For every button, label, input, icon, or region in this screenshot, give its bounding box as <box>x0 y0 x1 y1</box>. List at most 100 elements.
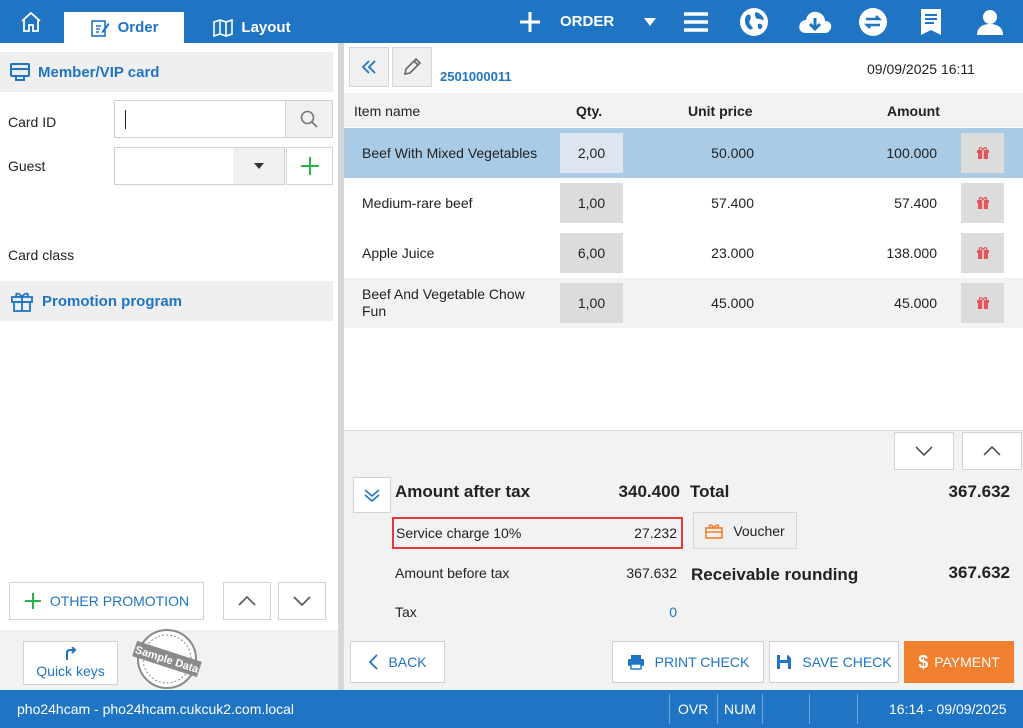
status-ovr: OVR <box>678 701 709 717</box>
tab-layout[interactable]: Layout <box>200 12 304 43</box>
user-icon <box>977 9 1003 35</box>
other-promotion-button[interactable]: OTHER PROMOTION <box>9 582 204 620</box>
item-qty[interactable]: 6,00 <box>560 233 623 273</box>
gift-icon <box>976 197 989 209</box>
list-scroll-up[interactable] <box>962 432 1022 470</box>
col-item-name: Item name <box>354 103 421 119</box>
pencil-icon <box>403 57 422 76</box>
item-gift-button[interactable] <box>961 283 1004 323</box>
print-check-label: PRINT CHECK <box>654 654 750 670</box>
table-row[interactable]: Medium-rare beef 1,00 57.400 57.400 <box>344 178 1023 228</box>
voucher-icon <box>705 523 724 539</box>
tab-order-label: Order <box>117 19 159 36</box>
item-gift-button[interactable] <box>961 133 1004 173</box>
search-icon <box>300 110 318 128</box>
save-check-button[interactable]: SAVE CHECK <box>769 641 899 683</box>
order-number: 2501000011 <box>440 69 512 84</box>
col-qty: Qty. <box>576 103 603 119</box>
member-card-header: Member/VIP card <box>0 52 333 92</box>
guest-dropdown-button[interactable] <box>233 148 284 184</box>
add-guest-button[interactable] <box>286 147 333 185</box>
promotion-scroll-down[interactable] <box>278 582 326 620</box>
chevron-left-icon <box>369 654 379 670</box>
status-host: pho24hcam - pho24hcam.cukcuk2.com.local <box>17 701 295 717</box>
plus-icon <box>24 593 41 609</box>
receipt-icon <box>921 8 941 35</box>
service-charge-label: Service charge 10% <box>396 525 522 541</box>
quick-keys-label: Quick keys <box>36 663 105 679</box>
item-unit-price: 50.000 <box>711 145 754 161</box>
item-qty[interactable]: 1,00 <box>560 183 623 223</box>
plus-icon <box>300 157 319 175</box>
chevron-up-icon <box>983 446 1001 456</box>
user-button[interactable] <box>968 0 1012 43</box>
voucher-label: Voucher <box>733 522 785 539</box>
sync-button[interactable] <box>851 0 895 43</box>
collapse-summary-button[interactable] <box>353 477 391 513</box>
print-check-button[interactable]: PRINT CHECK <box>612 641 764 683</box>
back-label: BACK <box>388 654 427 670</box>
chevron-up-icon <box>238 596 256 606</box>
tab-order[interactable]: Order <box>64 12 184 43</box>
item-name: Medium-rare beef <box>362 194 473 211</box>
sync-icon <box>859 7 887 36</box>
gift-icon <box>11 292 33 312</box>
list-scroll-down[interactable] <box>894 432 954 470</box>
table-row[interactable]: Beef And Vegetable Chow Fun 1,00 45.000 … <box>344 278 1023 328</box>
promotion-scroll-up[interactable] <box>223 582 271 620</box>
chevron-down-icon <box>915 446 933 456</box>
cloud-download-icon <box>799 11 832 33</box>
chevron-down-icon <box>293 596 311 606</box>
card-search-button[interactable] <box>285 101 332 137</box>
download-button[interactable] <box>793 0 837 43</box>
gift-icon <box>976 297 989 309</box>
back-button[interactable]: BACK <box>350 641 445 683</box>
guest-label: Guest <box>8 158 46 174</box>
order-dropdown[interactable] <box>628 0 672 43</box>
service-charge-value: 27.232 <box>634 525 677 541</box>
item-name: Beef And Vegetable Chow Fun <box>362 286 525 319</box>
sample-data-stamp: Sample Data <box>131 627 203 691</box>
gift-icon <box>976 247 989 259</box>
quick-keys-button[interactable]: Quick keys <box>23 641 118 685</box>
home-button[interactable] <box>0 0 62 43</box>
item-qty[interactable]: 2,00 <box>560 133 623 173</box>
tax-value[interactable]: 0 <box>560 604 677 620</box>
double-chevron-left-icon <box>361 60 376 74</box>
col-unit-price: Unit price <box>688 103 753 119</box>
card-class-label: Card class <box>8 247 75 263</box>
status-time: 16:14 - 09/09/2025 <box>889 701 1007 717</box>
text-cursor <box>125 110 126 129</box>
table-row[interactable]: Beef With Mixed Vegetables 2,00 50.000 1… <box>344 128 1023 178</box>
save-icon <box>777 655 792 669</box>
save-check-label: SAVE CHECK <box>802 654 892 670</box>
receipt-button[interactable] <box>909 0 953 43</box>
item-name: Beef With Mixed Vegetables <box>362 144 538 161</box>
col-amount: Amount <box>887 103 940 119</box>
voucher-button[interactable]: Voucher <box>693 512 797 549</box>
item-gift-button[interactable] <box>961 233 1004 273</box>
top-bar: Order Layout ORDER <box>0 0 1023 43</box>
globe-icon <box>740 7 768 36</box>
payment-label: PAYMENT <box>934 654 1000 670</box>
member-card-title: Member/VIP card <box>38 63 160 81</box>
item-amount: 138.000 <box>886 245 937 261</box>
payment-button[interactable]: $ PAYMENT <box>904 641 1014 683</box>
item-gift-button[interactable] <box>961 183 1004 223</box>
item-qty[interactable]: 1,00 <box>560 283 623 323</box>
table-row[interactable]: Apple Juice 6,00 23.000 138.000 <box>344 228 1023 278</box>
order-button[interactable]: ORDER <box>518 0 614 43</box>
amount-before-tax-value: 367.632 <box>626 565 677 581</box>
gift-icon <box>976 147 989 159</box>
edit-order-button[interactable] <box>392 47 432 87</box>
status-bar: pho24hcam - pho24hcam.cukcuk2.com.local … <box>0 690 1023 728</box>
globe-button[interactable] <box>732 0 776 43</box>
item-unit-price: 57.400 <box>711 195 754 211</box>
receivable-value: 367.632 <box>948 563 1010 582</box>
status-num: NUM <box>724 701 756 717</box>
printer-icon <box>627 655 644 670</box>
caret-down-icon <box>644 17 656 26</box>
collapse-panel-button[interactable] <box>349 47 389 87</box>
menu-button[interactable] <box>674 0 718 43</box>
item-unit-price: 23.000 <box>711 245 754 261</box>
